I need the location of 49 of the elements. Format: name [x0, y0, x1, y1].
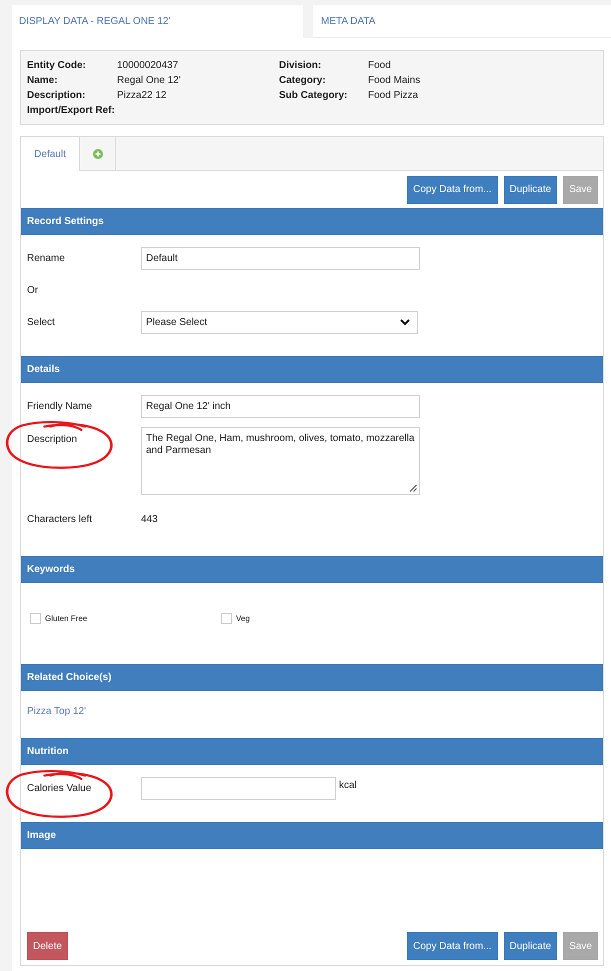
field-label: Friendly Name — [27, 401, 92, 412]
plus-circle-icon — [92, 148, 102, 158]
action-button[interactable]: Duplicate — [504, 176, 558, 204]
summary-label: Category: — [279, 74, 327, 88]
summary-label: Import/Export Ref: — [27, 104, 116, 118]
page-tab[interactable]: DISPLAY DATA - REGAL ONE 12' — [12, 5, 303, 38]
summary-label: Sub Category: — [279, 89, 348, 103]
record-tab[interactable]: Default — [21, 137, 80, 171]
section-header: Record Settings — [21, 208, 603, 235]
action-button[interactable]: Duplicate — [504, 932, 558, 960]
action-button[interactable]: Copy Data from... — [407, 176, 498, 204]
textarea-field[interactable]: The Regal One, Ham, mushroom, olives, tomato, mozzarella and Parmesan — [141, 427, 420, 495]
field-label: Or — [27, 285, 38, 296]
select-field[interactable]: Please Select — [141, 311, 418, 334]
summary-label: Name: — [27, 74, 59, 88]
summary-value: Food Mains — [368, 74, 420, 88]
resize-grip-icon — [409, 484, 417, 492]
field-value: 443 — [141, 514, 158, 524]
summary-label: Entity Code: — [27, 59, 87, 73]
action-button[interactable]: Copy Data from... — [407, 932, 498, 960]
text-field[interactable]: Default — [141, 247, 420, 270]
field-label: Select — [27, 317, 55, 328]
chevron-down-icon — [400, 319, 410, 326]
summary-value: 10000020437 — [117, 59, 178, 73]
checkbox-label: Veg — [236, 614, 250, 623]
summary-value: Regal One 12' — [117, 74, 181, 88]
checkbox[interactable] — [221, 613, 232, 624]
section-header: Image — [21, 822, 603, 849]
section-header: Keywords — [21, 556, 603, 583]
checkbox[interactable] — [30, 613, 41, 624]
section-header: Details — [21, 356, 603, 383]
page-tab[interactable]: META DATA — [313, 5, 611, 38]
summary-value: Pizza22 12 — [117, 89, 166, 103]
field-label: Rename — [27, 253, 65, 264]
field-label: Calories Value — [27, 783, 92, 794]
field-label: Description — [27, 434, 78, 445]
summary-label: Division: — [279, 59, 322, 73]
delete-button[interactable]: Delete — [27, 932, 68, 960]
checkbox-label: Gluten Free — [45, 614, 88, 623]
unit-label: kcal — [339, 779, 357, 791]
field-label: Characters left — [27, 514, 92, 524]
summary-label: Description: — [27, 89, 86, 103]
text-field[interactable]: Regal One 12' inch — [141, 395, 420, 418]
related-choice-link[interactable]: Pizza Top 12' — [27, 706, 86, 717]
summary-value: Food Pizza — [368, 89, 418, 103]
section-header: Nutrition — [21, 738, 603, 765]
summary-value: Food — [368, 59, 391, 73]
text-field[interactable] — [141, 777, 336, 800]
section-header: Related Choice(s) — [21, 664, 603, 691]
